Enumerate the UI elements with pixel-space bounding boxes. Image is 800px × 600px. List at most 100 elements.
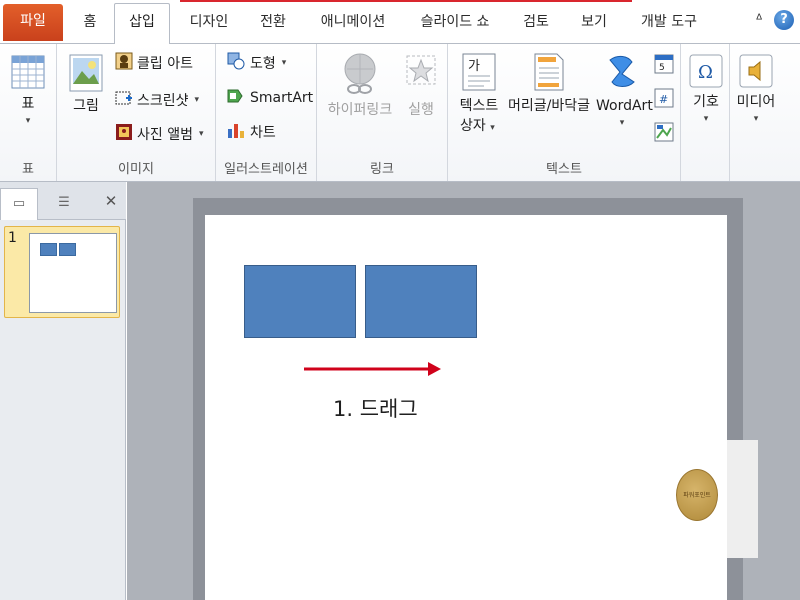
smartart-icon <box>226 86 246 110</box>
speaker-icon <box>739 54 773 92</box>
hyperlink-label: 하이퍼링크 <box>327 102 393 118</box>
tab-home[interactable]: 홈 <box>72 4 108 43</box>
close-icon[interactable]: ✕ <box>102 192 120 210</box>
header-footer-icon <box>533 52 565 96</box>
screenshot-dropdown-icon: ▾ <box>194 95 200 105</box>
symbol-dropdown-icon: ▾ <box>703 114 709 124</box>
date-time-icon: 5 <box>654 54 674 77</box>
slide-number-icon: # <box>654 88 674 111</box>
slide-thumbnail-selected[interactable] <box>4 226 120 318</box>
picture-button[interactable]: 그림 <box>65 54 107 116</box>
outline-tab-icon: ☰ <box>58 195 70 210</box>
help-icon[interactable]: ? <box>774 10 794 30</box>
group-tables: 표 ▾ 표 <box>0 44 57 181</box>
shapes-dropdown-icon: ▾ <box>281 58 287 68</box>
clipart-icon <box>115 52 133 74</box>
photo-album-icon <box>115 123 133 145</box>
group-illustrations: 도형 ▾ SmartArt 차트 일러스트레이션 <box>216 44 317 181</box>
wordart-button[interactable]: WordArt ▾ <box>596 52 653 130</box>
group-text: 가 텍스트 상자 ▾ 머리글/바닥글 WordArt ▾ 5 # 텍스트 <box>448 44 681 181</box>
ribbon-collapse-icon[interactable]: ᐞ <box>750 8 768 32</box>
object-icon <box>654 122 674 145</box>
group-label-tables: 표 <box>22 162 34 177</box>
tab-outline[interactable]: ☰ <box>45 188 83 220</box>
action-label: 실행 <box>408 102 434 118</box>
symbol-button[interactable]: Ω 기호 ▾ <box>686 54 726 126</box>
table-button[interactable]: 표 ▾ <box>8 54 48 128</box>
picture-label: 그림 <box>73 98 99 114</box>
date-time-button[interactable]: 5 <box>654 54 674 74</box>
slides-tab-icon: ▭ <box>12 196 26 211</box>
screenshot-button[interactable]: 스크린샷 ▾ <box>115 87 199 113</box>
media-dropdown-icon: ▾ <box>753 114 759 124</box>
omega-icon: Ω <box>689 54 723 92</box>
wordart-label: WordArt <box>596 98 653 114</box>
chart-icon <box>226 120 246 144</box>
group-symbols: Ω 기호 ▾ <box>681 44 730 181</box>
picture-icon <box>69 54 103 96</box>
chart-button[interactable]: 차트 <box>226 119 276 145</box>
textbox-label-line1: 텍스트 <box>459 98 499 114</box>
object-button[interactable] <box>654 122 674 142</box>
smartart-button[interactable]: SmartArt <box>226 85 313 111</box>
table-icon <box>11 54 45 94</box>
screenshot-icon <box>115 89 133 111</box>
table-label: 표 <box>21 96 35 112</box>
group-media: 미디어 ▾ <box>730 44 780 181</box>
wordart-icon <box>604 52 640 96</box>
wordart-dropdown-icon: ▾ <box>619 118 625 128</box>
side-strip <box>727 440 758 558</box>
tab-view[interactable]: 보기 <box>570 4 618 43</box>
svg-text:가: 가 <box>468 59 480 74</box>
group-label-links: 링크 <box>370 162 394 177</box>
svg-text:Ω: Ω <box>698 62 713 83</box>
screenshot-label: 스크린샷 <box>137 93 189 109</box>
slide-number: 1 <box>8 230 17 246</box>
group-label-images: 이미지 <box>118 162 154 177</box>
photo-album-dropdown-icon: ▾ <box>198 129 204 139</box>
hyperlink-button[interactable]: 하이퍼링크 <box>323 52 397 120</box>
thumbnail-shape-1 <box>40 243 57 256</box>
svg-text:#: # <box>659 93 668 106</box>
slides-pane: ▭ ☰ ✕ 1 <box>0 182 126 600</box>
header-footer-label: 머리글/바닥글 <box>508 98 590 114</box>
tab-developer[interactable]: 개발 도구 <box>628 4 710 43</box>
textbox-icon: 가 <box>462 52 496 96</box>
tab-transitions[interactable]: 전환 <box>248 4 298 43</box>
rectangle-shape-1[interactable] <box>244 265 356 338</box>
clipart-button[interactable]: 클립 아트 <box>115 50 193 76</box>
tab-insert[interactable]: 삽입 <box>114 3 170 44</box>
group-images: 그림 클립 아트 스크린샷 ▾ 사진 앨범 ▾ 이미지 <box>57 44 216 181</box>
header-footer-button[interactable]: 머리글/바닥글 <box>504 52 594 116</box>
tab-review[interactable]: 검토 <box>512 4 560 43</box>
textbox-button[interactable]: 가 텍스트 상자 ▾ <box>456 52 502 136</box>
smartart-label: SmartArt <box>250 90 314 106</box>
textbox-label-line2: 상자 ▾ <box>460 118 495 134</box>
action-button[interactable]: 실행 <box>401 52 441 120</box>
tab-design[interactable]: 디자인 <box>178 4 240 43</box>
action-icon <box>403 52 439 100</box>
group-label-illustrations: 일러스트레이션 <box>224 162 308 177</box>
tab-slideshow[interactable]: 슬라이드 쇼 <box>406 4 504 43</box>
hyperlink-icon <box>341 52 379 100</box>
media-button[interactable]: 미디어 ▾ <box>734 54 778 126</box>
chart-label: 차트 <box>250 125 276 141</box>
ribbon: 표 ▾ 표 그림 클립 아트 스크린샷 ▾ 사진 앨범 ▾ 이미지 도형 ▾ S… <box>0 43 800 182</box>
photo-album-label: 사진 앨범 <box>137 127 193 143</box>
slide-number-button[interactable]: # <box>654 88 674 108</box>
group-links: 하이퍼링크 실행 링크 <box>317 44 448 181</box>
table-dropdown-icon: ▾ <box>25 116 31 126</box>
slide-thumbnail[interactable] <box>29 233 117 313</box>
shapes-button[interactable]: 도형 ▾ <box>226 50 286 76</box>
ribbon-tab-bar: 파일 홈 삽입 디자인 전환 애니메이션 슬라이드 쇼 검토 보기 개발 도구 … <box>0 0 800 44</box>
photo-album-button[interactable]: 사진 앨범 ▾ <box>115 121 204 147</box>
thumbnail-shape-2 <box>59 243 76 256</box>
tab-slides[interactable]: ▭ <box>0 188 38 220</box>
tab-file[interactable]: 파일 <box>3 4 63 41</box>
rectangle-shape-2[interactable] <box>365 265 477 338</box>
pane-tabs: ▭ ☰ ✕ <box>0 182 126 220</box>
svg-text:5: 5 <box>659 63 665 73</box>
tab-animations[interactable]: 애니메이션 <box>309 4 397 43</box>
watermark-badge: 파워포인트 <box>676 469 718 521</box>
media-label: 미디어 <box>736 94 776 110</box>
